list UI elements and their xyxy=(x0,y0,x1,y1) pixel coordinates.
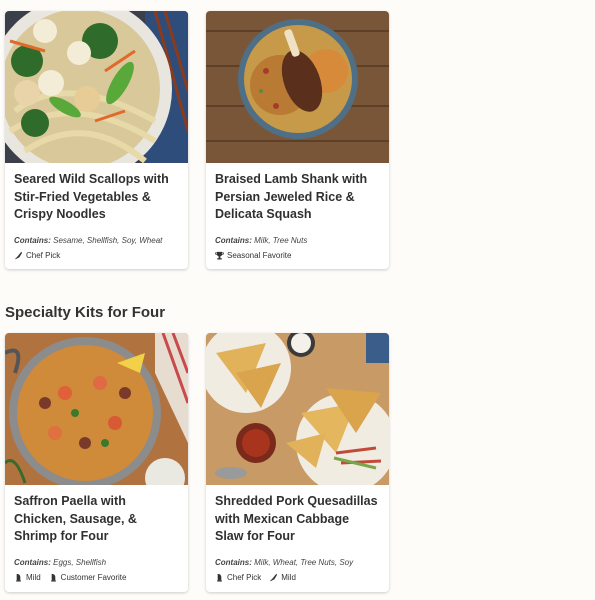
recipe-photo-quesadillas[interactable] xyxy=(206,333,389,485)
recipe-photo-scallops[interactable] xyxy=(5,11,188,163)
tag-label: Chef Pick xyxy=(227,573,262,582)
section-title: Specialty Kits for Four xyxy=(5,304,166,321)
recipe-tags: Chef Pick Mild xyxy=(215,573,380,582)
chef-knife-icon xyxy=(14,251,23,260)
recipe-card-paella[interactable]: Saffron Paella with Chicken, Sausage, & … xyxy=(5,333,188,592)
recipe-card-scallops[interactable]: Seared Wild Scallops with Stir-Fried Veg… xyxy=(5,11,188,269)
tag-label: Mild xyxy=(26,573,41,582)
tag-chef-pick: Chef Pick xyxy=(215,573,261,582)
allergen-line: Contains: Eggs, Shellfish xyxy=(14,558,179,567)
allergen-list: Sesame, Shellfish, Soy, Wheat xyxy=(53,236,163,245)
allergen-label: Contains: xyxy=(215,558,252,567)
recipe-grid-top: Seared Wild Scallops with Stir-Fried Veg… xyxy=(5,11,389,269)
chili-icon xyxy=(270,573,278,582)
tag-mild: Mild xyxy=(269,573,296,582)
allergen-label: Contains: xyxy=(14,236,51,245)
recipe-card-quesadillas[interactable]: Shredded Pork Quesadillas with Mexican C… xyxy=(206,333,389,592)
tag-seasonal-favorite: Seasonal Favorite xyxy=(215,251,291,260)
pepper-icon xyxy=(16,573,21,582)
badge-icon xyxy=(50,573,56,582)
chef-hat-icon xyxy=(217,573,222,582)
recipe-title[interactable]: Braised Lamb Shank with Persian Jeweled … xyxy=(215,171,380,226)
allergen-list: Milk, Wheat, Tree Nuts, Soy xyxy=(254,558,354,567)
recipe-photo-lamb-shank[interactable] xyxy=(206,11,389,163)
allergen-label: Contains: xyxy=(215,236,252,245)
recipe-title[interactable]: Seared Wild Scallops with Stir-Fried Veg… xyxy=(14,171,179,226)
allergen-line: Contains: Milk, Wheat, Tree Nuts, Soy xyxy=(215,558,380,567)
recipe-tags: Mild Customer Favorite xyxy=(14,573,179,582)
tag-chef-pick: Chef Pick xyxy=(14,251,60,260)
recipe-tags: Chef Pick xyxy=(14,251,179,260)
allergen-list: Milk, Tree Nuts xyxy=(254,236,308,245)
recipe-title[interactable]: Shredded Pork Quesadillas with Mexican C… xyxy=(215,493,380,548)
tag-label: Chef Pick xyxy=(26,251,61,260)
trophy-icon xyxy=(215,251,224,260)
tag-label: Seasonal Favorite xyxy=(227,251,292,260)
recipe-card-lamb-shank[interactable]: Braised Lamb Shank with Persian Jeweled … xyxy=(206,11,389,269)
allergen-line: Contains: Milk, Tree Nuts xyxy=(215,236,380,245)
tag-label: Customer Favorite xyxy=(60,573,127,582)
recipe-photo-paella[interactable] xyxy=(5,333,188,485)
recipe-grid-bottom: Saffron Paella with Chicken, Sausage, & … xyxy=(5,333,389,592)
tag-label: Mild xyxy=(281,573,296,582)
allergen-list: Eggs, Shellfish xyxy=(53,558,107,567)
allergen-label: Contains: xyxy=(14,558,51,567)
tag-mild: Mild xyxy=(14,573,41,582)
allergen-line: Contains: Sesame, Shellfish, Soy, Wheat xyxy=(14,236,179,245)
recipe-tags: Seasonal Favorite xyxy=(215,251,380,260)
tag-customer-favorite: Customer Favorite xyxy=(49,573,127,582)
recipe-title[interactable]: Saffron Paella with Chicken, Sausage, & … xyxy=(14,493,179,548)
